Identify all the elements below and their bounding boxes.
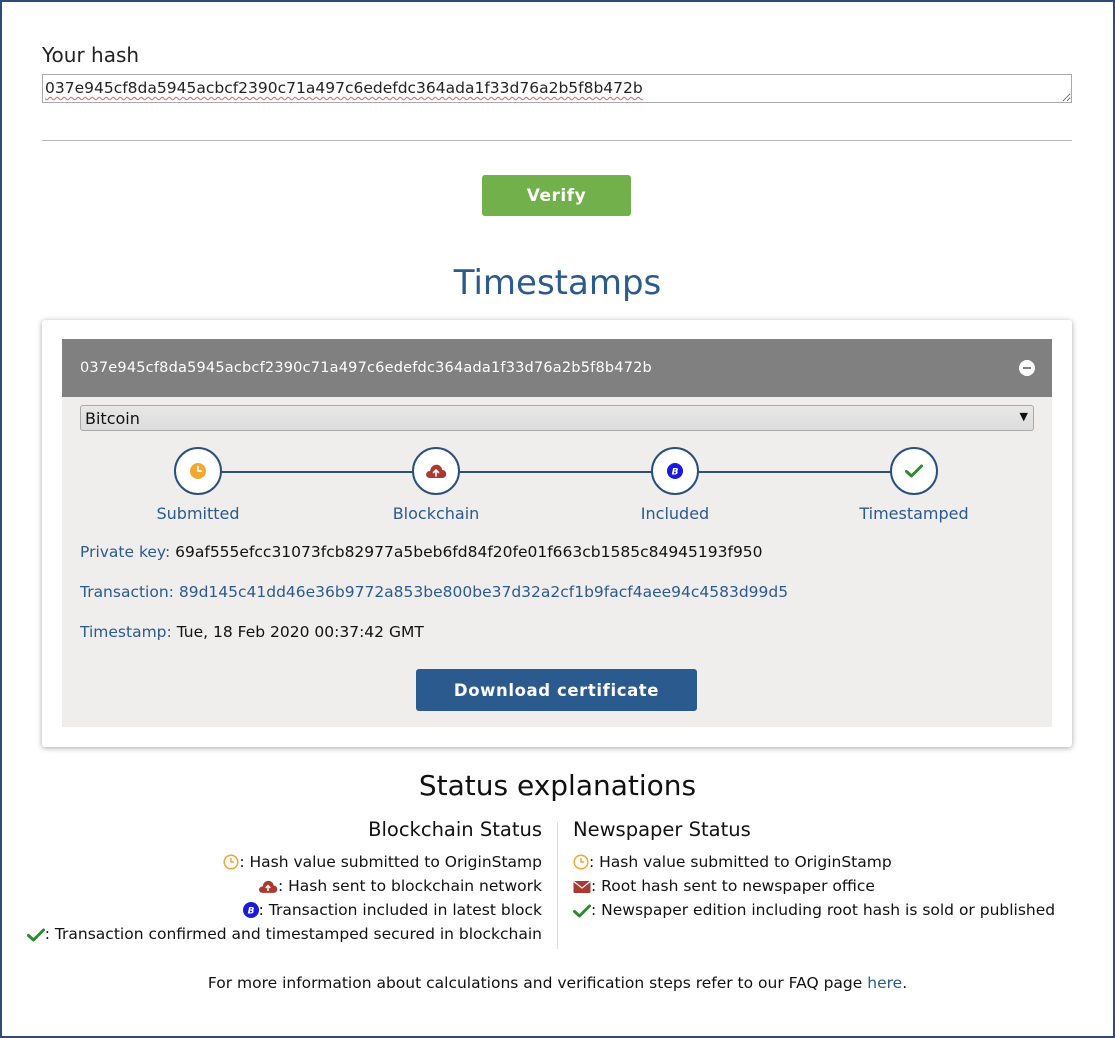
status-item: : Hash value submitted to OriginStamp [573,850,1055,874]
blockchain-status-title: Blockchain Status [368,818,542,841]
timestamp-label: Timestamp: [80,623,172,641]
bitcoin-icon: B [242,902,259,918]
divider [42,140,1072,141]
newspaper-status-title: Newspaper Status [573,818,751,841]
check-icon [26,928,45,942]
verify-button[interactable]: Verify [482,175,631,216]
cloud-upload-icon [426,464,447,478]
progress-line [202,471,916,473]
status-item: B: Transaction included in latest block [27,898,542,922]
step-circle [174,447,222,495]
bitcoin-icon: B [667,463,683,479]
private-key-label: Private key: [80,543,171,561]
svg-text:B: B [672,468,679,478]
step-submitted: Submitted [118,447,278,523]
transaction-label: Transaction: [80,583,174,601]
timestamp-value: Tue, 18 Feb 2020 00:37:42 GMT [176,623,424,641]
status-item: : Root hash sent to newspaper office [573,874,1055,898]
transaction-link[interactable]: 89d145c41dd46e36b9772a853be800be37d32a2c… [179,583,788,601]
collapse-icon[interactable] [1019,360,1035,376]
step-timestamped: Timestamped [834,447,994,523]
status-item: : Hash sent to blockchain network [27,874,542,898]
cloud-upload-icon [258,880,278,893]
column-divider [557,822,558,949]
step-included: B Included [595,447,755,523]
status-item: : Hash value submitted to OriginStamp [27,850,542,874]
timestamp-row: Timestamp: Tue, 18 Feb 2020 00:37:42 GMT [80,623,424,641]
step-circle: B [651,447,699,495]
status-item: : Transaction confirmed and timestamped … [26,922,542,946]
step-circle [412,447,460,495]
step-label: Blockchain [392,504,480,523]
footer-text: For more information about calculations … [207,974,908,992]
private-key-value: 69af555efcc31073fcb82977a5beb6fd84f20fe0… [175,543,763,561]
download-certificate-button[interactable]: Download certificate [416,669,697,711]
step-blockchain: Blockchain [356,447,516,523]
clock-icon [223,854,239,870]
private-key-row: Private key: 69af555efcc31073fcb82977a5b… [80,543,763,561]
timestamp-card: 037e945cf8da5945acbcf2390c71a497c6edefdc… [42,320,1072,747]
clock-icon [190,463,206,479]
hash-label: Your hash [42,43,140,67]
step-circle [890,447,938,495]
panel-hash: 037e945cf8da5945acbcf2390c71a497c6edefdc… [80,360,652,376]
chevron-down-icon: ▼ [1019,410,1028,423]
faq-link[interactable]: here [867,974,902,992]
check-icon [905,464,923,478]
panel-header[interactable]: 037e945cf8da5945acbcf2390c71a497c6edefdc… [62,339,1052,397]
chain-select-value: Bitcoin [85,408,140,428]
svg-text:B: B [247,907,254,917]
envelope-icon [573,881,591,893]
hash-input[interactable]: 037e945cf8da5945acbcf2390c71a497c6edefdc… [42,74,1072,103]
transaction-row: Transaction: 89d145c41dd46e36b9772a853be… [80,583,788,601]
check-icon [573,904,591,918]
chain-select[interactable]: Bitcoin ▼ [80,405,1034,431]
step-label: Submitted [156,504,240,523]
step-label: Included [640,504,710,523]
status-item: : Newspaper edition including root hash … [573,898,1055,922]
timestamps-heading: Timestamps [453,263,662,303]
timestamp-panel: 037e945cf8da5945acbcf2390c71a497c6edefdc… [62,339,1052,727]
clock-icon [573,854,589,870]
blockchain-status-column: Blockchain Status : Hash value submitted… [26,818,542,946]
status-explanations-heading: Status explanations [418,769,697,802]
newspaper-status-column: Newspaper Status : Hash value submitted … [573,818,1055,922]
step-label: Timestamped [859,504,969,523]
